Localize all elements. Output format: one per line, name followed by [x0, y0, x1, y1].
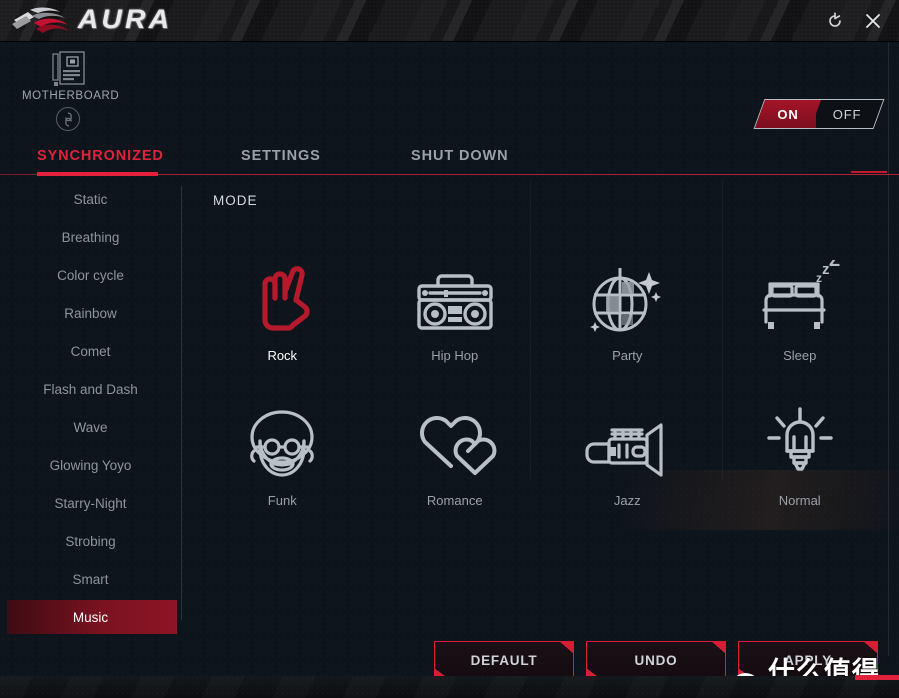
light-bulb-icon: [761, 405, 839, 479]
mode-label: Funk: [267, 493, 297, 508]
mode-grid: Rock Hip Hop Party z z Z Sleep Funk Roma…: [196, 246, 886, 536]
sidebar-item-color-cycle[interactable]: Color cycle: [0, 256, 181, 294]
mode-label: Sleep: [783, 348, 817, 363]
corner-accent-icon: [711, 641, 726, 654]
undo-button[interactable]: UNDO: [586, 641, 726, 679]
footer-dot-film: [0, 676, 899, 698]
sidebar-item-label: Rainbow: [64, 305, 117, 321]
corner-accent-icon: [559, 641, 574, 654]
sidebar-divider: [181, 186, 182, 620]
corner-accent-icon: [863, 641, 878, 654]
mode-hip-hop[interactable]: Hip Hop: [369, 246, 542, 391]
sidebar-item-label: Comet: [70, 343, 111, 359]
device-motherboard[interactable]: MOTHERBOARD: [22, 50, 120, 131]
sidebar-item-label: Strobing: [65, 533, 116, 549]
power-on-label: ON: [760, 100, 816, 128]
sidebar-item-label: Music: [72, 609, 109, 625]
mode-section-label: MODE: [213, 193, 258, 208]
power-toggle-on[interactable]: ON: [754, 100, 822, 128]
effect-sidebar: Static Breathing Color cycle Rainbow Com…: [0, 180, 181, 640]
mode-label: Romance: [426, 493, 483, 508]
afro-face-icon: [244, 405, 320, 479]
mode-label: Party: [612, 348, 643, 363]
refresh-icon[interactable]: [817, 3, 853, 39]
apply-button[interactable]: APPLY: [738, 641, 878, 679]
sidebar-item-smart[interactable]: Smart: [0, 560, 181, 598]
sidebar-item-glowing-yoyo[interactable]: Glowing Yoyo: [0, 446, 181, 484]
rock-hand-icon: [245, 260, 319, 334]
footer-bar: [0, 676, 899, 698]
footer-red-tick: [855, 675, 899, 680]
link-sync-icon[interactable]: [56, 107, 80, 131]
sidebar-item-label: Color cycle: [57, 267, 124, 283]
app-title: AURA: [77, 4, 173, 34]
sidebar-item-rainbow[interactable]: Rainbow: [0, 294, 181, 332]
sidebar-item-wave[interactable]: Wave: [0, 408, 181, 446]
bed-zzz-icon: z z Z: [758, 260, 842, 334]
sidebar-item-static[interactable]: Static: [0, 180, 181, 218]
sidebar-item-music[interactable]: Music: [0, 598, 181, 636]
sidebar-item-comet[interactable]: Comet: [0, 332, 181, 370]
button-label: DEFAULT: [470, 652, 538, 668]
mode-label: Jazz: [613, 493, 641, 508]
mode-label: Normal: [778, 493, 821, 508]
sidebar-item-label: Flash and Dash: [43, 381, 138, 397]
motherboard-icon: [22, 50, 114, 88]
mode-jazz[interactable]: Jazz: [541, 391, 714, 536]
sidebar-item-starry-night[interactable]: Starry-Night: [0, 484, 181, 522]
tab-active-underline: [37, 172, 158, 176]
title-bar: AURA: [0, 0, 899, 42]
sidebar-item-label: Glowing Yoyo: [49, 457, 132, 473]
sidebar-item-label: Wave: [73, 419, 108, 435]
close-icon[interactable]: [855, 3, 891, 39]
svg-text:Z: Z: [829, 260, 840, 270]
sidebar-item-label: Static: [73, 191, 108, 207]
device-label: MOTHERBOARD: [22, 90, 120, 102]
mode-party[interactable]: Party: [541, 246, 714, 391]
boombox-icon: [414, 260, 496, 334]
mode-romance[interactable]: Romance: [369, 391, 542, 536]
rog-logo: [8, 4, 72, 38]
sidebar-item-flash-and-dash[interactable]: Flash and Dash: [0, 370, 181, 408]
tab-shut-down[interactable]: SHUT DOWN: [411, 138, 509, 174]
trumpet-icon: [581, 405, 673, 479]
action-button-row: DEFAULT UNDO APPLY: [434, 641, 878, 679]
tab-settings[interactable]: SETTINGS: [241, 138, 321, 174]
mode-label: Hip Hop: [431, 348, 479, 363]
button-label: UNDO: [634, 652, 678, 668]
right-red-accent: [851, 171, 887, 173]
power-off-label: OFF: [832, 106, 862, 122]
power-toggle-off[interactable]: OFF: [810, 100, 884, 128]
tab-bar: SYNCHRONIZED SETTINGS SHUT DOWN: [0, 138, 899, 176]
mode-label: Rock: [267, 348, 298, 363]
sidebar-item-strobing[interactable]: Strobing: [0, 522, 181, 560]
sidebar-item-label: Smart: [72, 571, 109, 587]
aura-window: AURA MOTHERBOARD ON OFF SYNCHRONIZED SET…: [0, 0, 899, 698]
sidebar-item-breathing[interactable]: Breathing: [0, 218, 181, 256]
default-button[interactable]: DEFAULT: [434, 641, 574, 679]
mode-normal[interactable]: Normal: [714, 391, 887, 536]
power-toggle[interactable]: ON OFF: [753, 99, 885, 129]
mode-funk[interactable]: Funk: [196, 391, 369, 536]
button-label: APPLY: [784, 652, 832, 668]
mode-rock[interactable]: Rock: [196, 246, 369, 391]
tab-synchronized[interactable]: SYNCHRONIZED: [37, 138, 164, 174]
two-hearts-icon: [413, 405, 497, 479]
disco-ball-icon: [587, 260, 667, 334]
sidebar-item-label: Breathing: [61, 229, 120, 245]
right-edge-seam: [888, 42, 889, 656]
sidebar-item-label: Starry-Night: [54, 495, 127, 511]
mode-sleep[interactable]: z z Z Sleep: [714, 246, 887, 391]
